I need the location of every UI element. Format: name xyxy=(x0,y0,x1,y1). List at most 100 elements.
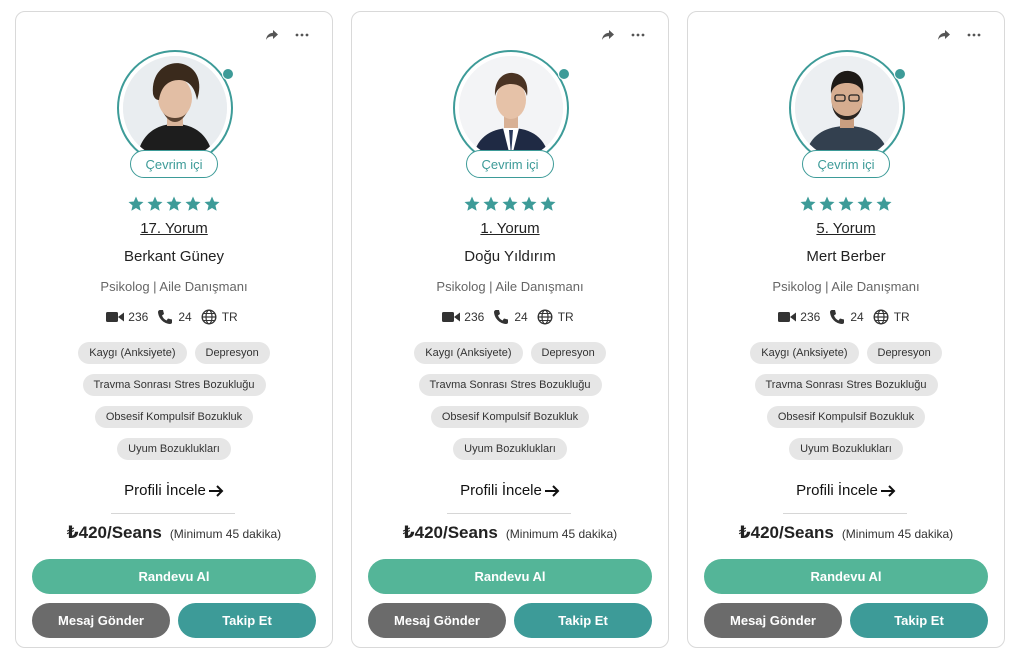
status-badge: Çevrim içi xyxy=(130,150,218,178)
session-stats: 236 24 TR xyxy=(16,309,332,325)
video-icon xyxy=(778,309,797,325)
counselor-title: Psikolog | Aile Danışmanı xyxy=(772,279,920,294)
share-icon[interactable] xyxy=(264,27,280,43)
tag[interactable]: Depresyon xyxy=(194,342,270,364)
divider xyxy=(111,513,235,514)
star-icon xyxy=(185,196,201,211)
counselor-card: Çevrim içi 17. Yorum Berkant Güney Psiko… xyxy=(15,11,333,648)
view-profile-link[interactable]: Profili İncele xyxy=(352,482,668,499)
divider xyxy=(447,513,571,514)
view-profile-label: Profili İncele xyxy=(796,482,878,499)
globe-icon xyxy=(872,309,890,325)
online-indicator xyxy=(222,68,234,80)
more-icon[interactable] xyxy=(966,27,982,43)
session-price: ₺420/Seans xyxy=(738,523,834,542)
star-icon xyxy=(521,196,537,211)
tag-list: Kaygı (Anksiyete) Depresyon Travma Sonra… xyxy=(702,342,990,470)
view-profile-link[interactable]: Profili İncele xyxy=(16,482,332,499)
tag[interactable]: Uyum Bozuklukları xyxy=(789,438,903,460)
avatar-ring xyxy=(117,50,233,166)
more-icon[interactable] xyxy=(294,27,310,43)
tag[interactable]: Kaygı (Anksiyete) xyxy=(750,342,859,364)
book-appointment-button[interactable]: Randevu Al xyxy=(704,559,988,594)
tag[interactable]: Kaygı (Anksiyete) xyxy=(78,342,187,364)
star-icon xyxy=(819,196,835,211)
card-actions xyxy=(600,27,646,43)
arrow-right-icon xyxy=(208,484,224,497)
send-message-button[interactable]: Mesaj Gönder xyxy=(704,603,842,638)
card-actions xyxy=(264,27,310,43)
phone-icon xyxy=(156,309,174,325)
status-badge: Çevrim içi xyxy=(466,150,554,178)
language: TR xyxy=(557,310,574,324)
view-profile-link[interactable]: Profili İncele xyxy=(688,482,1004,499)
tag-list: Kaygı (Anksiyete) Depresyon Travma Sonra… xyxy=(30,342,318,470)
reviews-link[interactable]: 17. Yorum xyxy=(16,220,332,237)
online-indicator xyxy=(558,68,570,80)
send-message-button[interactable]: Mesaj Gönder xyxy=(32,603,170,638)
tag[interactable]: Obsesif Kompulsif Bozukluk xyxy=(430,406,590,428)
video-count: 236 xyxy=(800,310,821,324)
status-badge: Çevrim içi xyxy=(802,150,890,178)
tag[interactable]: Depresyon xyxy=(530,342,606,364)
reviews-link[interactable]: 5. Yorum xyxy=(688,220,1004,237)
avatar[interactable] xyxy=(795,56,899,160)
video-icon xyxy=(106,309,125,325)
price-note: (Minimum 45 dakika) xyxy=(841,527,954,541)
star-icon xyxy=(540,196,556,211)
star-icon xyxy=(502,196,518,211)
avatar[interactable] xyxy=(459,56,563,160)
tag[interactable]: Uyum Bozuklukları xyxy=(453,438,567,460)
price-note: (Minimum 45 dakika) xyxy=(169,527,282,541)
tag[interactable]: Depresyon xyxy=(866,342,942,364)
counselor-name: Mert Berber xyxy=(806,248,886,265)
rating-stars xyxy=(16,195,332,213)
counselor-card-list: Çevrim içi 17. Yorum Berkant Güney Psiko… xyxy=(0,0,1014,667)
follow-button[interactable]: Takip Et xyxy=(178,603,316,638)
book-appointment-button[interactable]: Randevu Al xyxy=(368,559,652,594)
view-profile-label: Profili İncele xyxy=(124,482,206,499)
avatar[interactable] xyxy=(123,56,227,160)
avatar-ring xyxy=(789,50,905,166)
tag[interactable]: Travma Sonrası Stres Bozukluğu xyxy=(82,374,266,396)
star-icon xyxy=(147,196,163,211)
counselor-name: Doğu Yıldırım xyxy=(464,248,556,265)
more-icon[interactable] xyxy=(630,27,646,43)
follow-button[interactable]: Takip Et xyxy=(514,603,652,638)
globe-icon xyxy=(200,309,218,325)
counselor-card: Çevrim içi 5. Yorum Mert Berber Psikolog… xyxy=(687,11,1005,648)
avatar-ring xyxy=(453,50,569,166)
tag[interactable]: Obsesif Kompulsif Bozukluk xyxy=(766,406,926,428)
video-count: 236 xyxy=(128,310,149,324)
book-appointment-button[interactable]: Randevu Al xyxy=(32,559,316,594)
tag[interactable]: Uyum Bozuklukları xyxy=(117,438,231,460)
price-row: ₺420/Seans (Minimum 45 dakika) xyxy=(352,523,668,543)
counselor-name: Berkant Güney xyxy=(123,248,225,265)
rating-stars xyxy=(688,195,1004,213)
online-indicator xyxy=(894,68,906,80)
card-actions xyxy=(936,27,982,43)
share-icon[interactable] xyxy=(936,27,952,43)
tag[interactable]: Travma Sonrası Stres Bozukluğu xyxy=(418,374,602,396)
star-icon xyxy=(838,196,854,211)
tag[interactable]: Travma Sonrası Stres Bozukluğu xyxy=(754,374,938,396)
share-icon[interactable] xyxy=(600,27,616,43)
tag[interactable]: Kaygı (Anksiyete) xyxy=(414,342,523,364)
session-stats: 236 24 TR xyxy=(688,309,1004,325)
send-message-button[interactable]: Mesaj Gönder xyxy=(368,603,506,638)
arrow-right-icon xyxy=(544,484,560,497)
video-count: 236 xyxy=(464,310,485,324)
tag[interactable]: Obsesif Kompulsif Bozukluk xyxy=(94,406,254,428)
price-row: ₺420/Seans (Minimum 45 dakika) xyxy=(688,523,1004,543)
star-icon xyxy=(483,196,499,211)
counselor-title: Psikolog | Aile Danışmanı xyxy=(436,279,584,294)
session-stats: 236 24 TR xyxy=(352,309,668,325)
follow-button[interactable]: Takip Et xyxy=(850,603,988,638)
call-count: 24 xyxy=(178,310,192,324)
star-icon xyxy=(800,196,816,211)
globe-icon xyxy=(536,309,554,325)
avatar-wrapper xyxy=(453,50,570,166)
avatar-wrapper xyxy=(117,50,234,166)
reviews-link[interactable]: 1. Yorum xyxy=(352,220,668,237)
star-icon xyxy=(876,196,892,211)
